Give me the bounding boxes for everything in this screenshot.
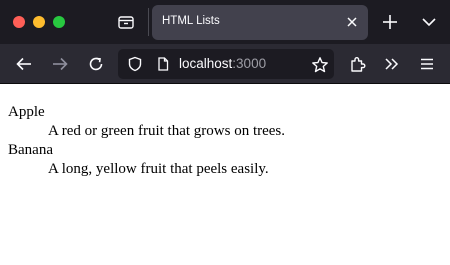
definition-list: Apple A red or green fruit that grows on… (8, 103, 442, 179)
tab-close-button[interactable] (344, 14, 360, 30)
tab-overview-icon (118, 16, 134, 29)
application-menu-button[interactable] (418, 55, 436, 73)
overflow-chevron-icon (385, 58, 399, 70)
back-button[interactable] (15, 55, 33, 73)
overflow-menu-button[interactable] (383, 55, 401, 73)
reload-button[interactable] (87, 55, 105, 73)
page-content: Apple A red or green fruit that grows on… (0, 85, 450, 265)
definition-description: A long, yellow fruit that peels easily. (48, 161, 269, 177)
hamburger-menu-icon (421, 58, 433, 70)
bookmark-star-icon (312, 57, 328, 73)
bookmark-button[interactable] (311, 56, 329, 74)
forward-button[interactable] (51, 55, 69, 73)
new-tab-button[interactable] (381, 13, 399, 31)
list-all-tabs-button[interactable] (421, 14, 437, 30)
tab-html-lists[interactable]: HTML Lists (152, 5, 368, 40)
url-host: localhost (179, 56, 233, 71)
site-info-button[interactable] (156, 57, 170, 71)
definition-term: Banana (8, 142, 53, 158)
tab-divider (148, 8, 149, 36)
shield-icon (128, 56, 142, 72)
extensions-icon (351, 57, 366, 72)
page-icon (158, 57, 169, 71)
forward-icon (53, 57, 68, 71)
tab-title: HTML Lists (162, 15, 220, 27)
tracking-protection-button[interactable] (127, 56, 143, 72)
window-maximize-button[interactable] (53, 16, 65, 28)
window-minimize-button[interactable] (33, 16, 45, 28)
window-close-button[interactable] (13, 16, 25, 28)
chevron-down-icon (422, 18, 436, 27)
back-icon (16, 57, 31, 71)
reload-icon (89, 57, 103, 71)
url-bar[interactable]: localhost:3000 (118, 49, 334, 79)
extensions-button[interactable] (349, 55, 367, 73)
navigation-toolbar: localhost:3000 (0, 44, 450, 84)
tab-overview-button[interactable] (114, 11, 138, 33)
browser-titlebar: HTML Lists (0, 0, 450, 44)
url-text[interactable]: localhost:3000 (179, 56, 266, 71)
definition-description: A red or green fruit that grows on trees… (48, 123, 286, 139)
url-port: :3000 (232, 56, 267, 71)
plus-icon (383, 15, 397, 29)
definition-term: Apple (8, 104, 45, 120)
close-icon (347, 17, 357, 27)
